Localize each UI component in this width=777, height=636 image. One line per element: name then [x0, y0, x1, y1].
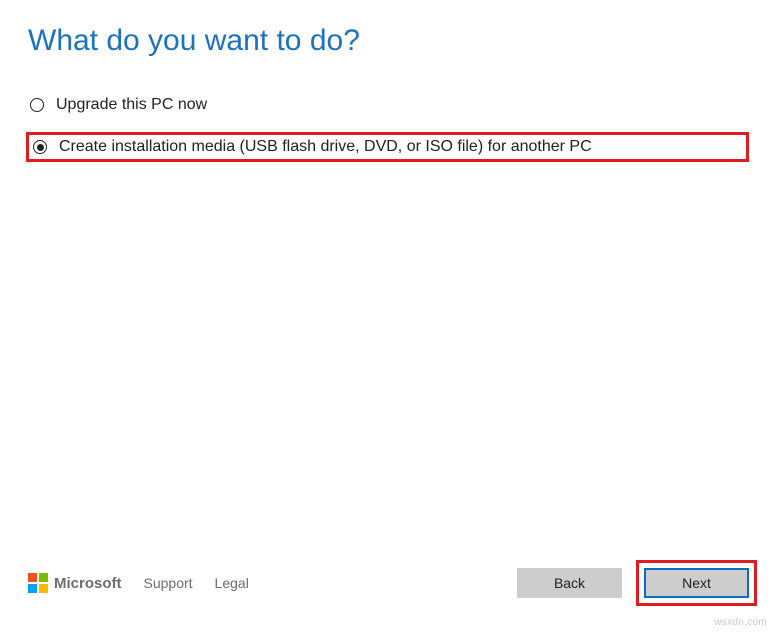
options-group: Upgrade this PC now Create installation …	[28, 96, 749, 162]
option-create-media[interactable]: Create installation media (USB flash dri…	[29, 138, 592, 156]
next-button[interactable]: Next	[644, 568, 749, 598]
footer-right: Back Next	[517, 560, 757, 606]
support-link[interactable]: Support	[144, 575, 193, 591]
microsoft-brand: Microsoft	[28, 573, 122, 593]
microsoft-logo-icon	[28, 573, 48, 593]
legal-link[interactable]: Legal	[215, 575, 249, 591]
footer-left: Microsoft Support Legal	[28, 573, 249, 593]
footer: Microsoft Support Legal Back Next	[28, 560, 757, 606]
next-button-highlight: Next	[636, 560, 757, 606]
option-upgrade[interactable]: Upgrade this PC now	[28, 96, 749, 114]
page-title: What do you want to do?	[28, 24, 749, 58]
radio-icon	[33, 140, 47, 154]
back-button[interactable]: Back	[517, 568, 622, 598]
option-create-media-highlight: Create installation media (USB flash dri…	[26, 132, 749, 162]
brand-text: Microsoft	[54, 575, 122, 592]
option-label: Create installation media (USB flash dri…	[59, 138, 592, 156]
option-label: Upgrade this PC now	[56, 96, 207, 114]
radio-icon	[30, 98, 44, 112]
watermark: wsxdn.com	[714, 617, 767, 628]
